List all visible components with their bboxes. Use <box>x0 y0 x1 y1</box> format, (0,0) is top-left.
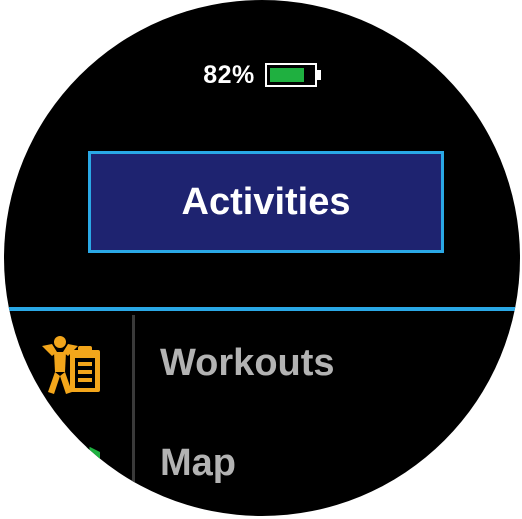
menu-item-map[interactable]: Map <box>4 420 520 510</box>
header-divider <box>4 307 520 311</box>
battery-body <box>264 63 317 87</box>
map-icon <box>40 430 110 500</box>
page-title: Activities <box>181 180 351 223</box>
workouts-icon <box>40 330 110 400</box>
battery-icon <box>264 63 321 87</box>
activities-header: Activities <box>88 151 444 253</box>
battery-percentage: 82% <box>203 60 255 89</box>
battery-fill <box>269 68 305 82</box>
watch-screen: 82% Activities Workouts Map <box>4 0 520 516</box>
menu-item-workouts[interactable]: Workouts <box>4 320 520 410</box>
screenshot-canvas: 82% Activities Workouts Map <box>0 0 522 519</box>
menu-item-label: Workouts <box>160 342 335 384</box>
menu-item-label: Map <box>160 442 236 484</box>
battery-tip <box>316 70 321 80</box>
battery-status: 82% <box>4 60 520 90</box>
